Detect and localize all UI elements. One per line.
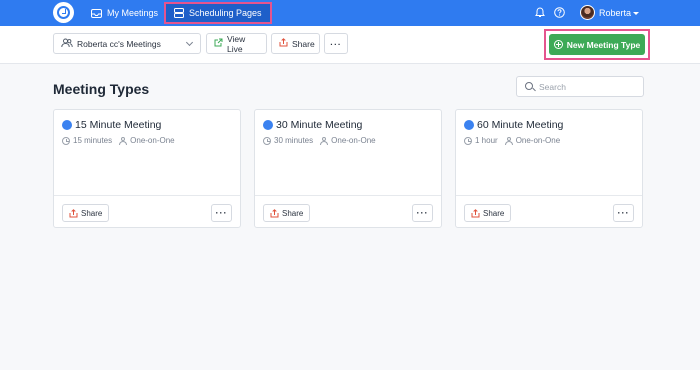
card-title: 60 Minute Meeting [464, 119, 563, 131]
more-icon: ··· [416, 208, 429, 218]
chevron-down-icon [185, 38, 194, 47]
person-icon [119, 136, 128, 145]
page-select[interactable]: Roberta cc's Meetings [53, 33, 201, 54]
card-title: 15 Minute Meeting [62, 119, 161, 131]
view-live-button[interactable]: View Live [206, 33, 267, 54]
share-icon [471, 208, 480, 218]
card-meeting-kind: One-on-One [331, 136, 376, 145]
card-more-button[interactable]: ··· [211, 204, 232, 222]
more-options-button[interactable]: ··· [324, 33, 348, 54]
more-icon: ··· [330, 38, 342, 49]
user-name: Roberta [599, 8, 632, 18]
share-label: Share [292, 38, 315, 49]
inbox-icon [91, 8, 102, 18]
card-footer: Share ··· [54, 195, 240, 229]
color-dot-icon [464, 120, 474, 130]
card-share-label: Share [483, 208, 505, 218]
meeting-type-card[interactable]: 30 Minute Meeting 30 minutes One-on-One … [254, 109, 442, 228]
bell-icon[interactable] [533, 6, 546, 19]
view-live-label: View Live [227, 33, 246, 54]
page-title: Meeting Types [53, 81, 150, 97]
card-title-label: 60 Minute Meeting [477, 119, 564, 131]
question-circle-icon[interactable] [553, 6, 566, 19]
top-nav: My Meetings Scheduling Pages Roberta [0, 0, 700, 26]
card-meeting-kind: One-on-One [130, 136, 175, 145]
clock-icon [464, 136, 472, 145]
more-icon: ··· [617, 208, 630, 218]
person-icon [320, 136, 329, 145]
share-button[interactable]: Share [271, 33, 320, 54]
color-dot-icon [263, 120, 273, 130]
page-select-label: Roberta cc's Meetings [77, 38, 161, 49]
users-icon [61, 38, 73, 50]
clock-icon [62, 136, 70, 145]
avatar[interactable] [580, 5, 595, 20]
card-title: 30 Minute Meeting [263, 119, 362, 131]
share-icon [270, 208, 279, 218]
nav-my-meetings-label: My Meetings [107, 8, 159, 18]
nav-scheduling-pages[interactable]: Scheduling Pages [164, 2, 272, 24]
person-icon [504, 136, 513, 145]
card-meeting-kind: One-on-One [515, 136, 561, 145]
search-input[interactable]: Search [516, 76, 644, 97]
card-share-label: Share [81, 208, 103, 218]
card-duration: 15 minutes [73, 136, 113, 145]
card-share-button[interactable]: Share [464, 204, 512, 222]
new-meeting-type-button[interactable]: New Meeting Type [549, 34, 645, 55]
card-duration: 30 minutes [274, 136, 314, 145]
meeting-type-card[interactable]: 15 Minute Meeting 15 minutes One-on-One … [53, 109, 241, 228]
nav-my-meetings[interactable]: My Meetings [91, 0, 158, 26]
card-share-button[interactable]: Share [62, 204, 110, 222]
card-meta: 15 minutes One-on-One [62, 136, 175, 145]
card-more-button[interactable]: ··· [613, 204, 634, 222]
card-footer: Share ··· [255, 195, 441, 229]
card-title-label: 30 Minute Meeting [276, 119, 363, 131]
clock-icon [263, 136, 271, 145]
search-icon [525, 82, 533, 90]
user-menu[interactable]: Roberta [599, 0, 640, 26]
meeting-type-card[interactable]: 60 Minute Meeting 1 hour One-on-One Shar… [455, 109, 643, 228]
share-icon [69, 208, 78, 218]
app-logo[interactable] [53, 2, 74, 23]
card-share-label: Share [282, 208, 304, 218]
more-icon: ··· [215, 208, 228, 218]
search-placeholder: Search [539, 81, 566, 92]
card-more-button[interactable]: ··· [412, 204, 433, 222]
caret-down-icon [633, 11, 640, 15]
card-meta: 1 hour One-on-One [464, 136, 560, 145]
color-dot-icon [62, 120, 72, 130]
card-title-label: 15 Minute Meeting [75, 119, 162, 131]
share-icon [279, 38, 288, 49]
card-footer: Share ··· [456, 195, 642, 229]
card-duration: 1 hour [475, 136, 498, 145]
layers-icon [174, 8, 184, 18]
new-meeting-type-label: New Meeting Type [566, 39, 641, 50]
new-meeting-type-highlight: New Meeting Type [544, 29, 650, 60]
external-link-icon [214, 38, 223, 49]
nav-scheduling-pages-label: Scheduling Pages [189, 8, 262, 18]
plus-circle-icon [553, 40, 563, 49]
card-share-button[interactable]: Share [263, 204, 311, 222]
card-meta: 30 minutes One-on-One [263, 136, 376, 145]
